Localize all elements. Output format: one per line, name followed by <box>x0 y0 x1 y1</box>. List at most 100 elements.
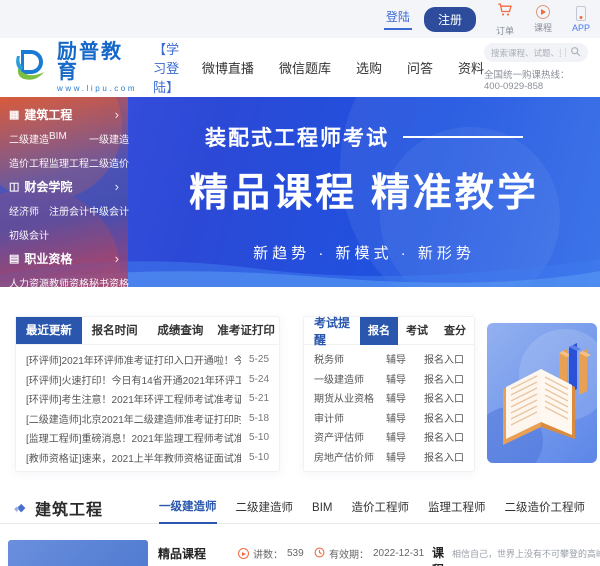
app-label: APP <box>572 23 590 33</box>
logo[interactable]: 励普教育 www.lipu.com <box>15 42 137 93</box>
books-illustration-image <box>487 323 597 463</box>
exam-name[interactable]: 审计师 <box>314 410 386 425</box>
news-date: 5-10 <box>249 432 269 443</box>
exam-coach-link[interactable]: 辅导 <box>386 410 418 425</box>
exam-coach-link[interactable]: 辅导 <box>386 371 418 386</box>
nav-item-qa[interactable]: 问答 <box>407 58 433 77</box>
exam-tab-exam[interactable]: 考试 <box>398 317 436 345</box>
exam-entry-link[interactable]: 报名入口 <box>418 351 464 366</box>
exam-coach-link[interactable]: 辅导 <box>386 449 418 464</box>
exam-entry-link[interactable]: 报名入口 <box>418 429 464 444</box>
news-item[interactable]: [二级建造师]北京2021年二级建造师准考证打印时间5月1 5-18 <box>26 409 269 429</box>
news-item[interactable]: [环评师]考生注意！2021年环评工程师考试准考证打 5-21 <box>26 389 269 409</box>
category-header-construction[interactable]: ▦ 建筑工程 › <box>9 106 119 123</box>
login-link[interactable]: 登陆 <box>384 8 412 30</box>
category-title: 职业资格 <box>24 250 72 267</box>
exam-reminder-header: 考试提醒 报名 考试 查分 <box>304 317 474 345</box>
logo-text: 励普教育 www.lipu.com <box>57 42 137 93</box>
tab-bim[interactable]: BIM <box>312 494 332 523</box>
register-button[interactable]: 注册 <box>424 7 476 32</box>
lectures-count: 539 <box>287 548 304 559</box>
finance-icon: ◫ <box>9 180 19 193</box>
news-tab-recent[interactable]: 最近更新 <box>16 317 82 344</box>
logo-mark-icon <box>15 48 51 87</box>
category-link[interactable]: 教师资格 <box>49 275 89 287</box>
exam-row: 房地产估价师 辅导 报名入口 <box>314 447 464 467</box>
exam-entry-link[interactable]: 报名入口 <box>418 390 464 405</box>
category-items: 人力资源 教师资格 秘书资格 心理咨询 社会工作 公共营养 <box>9 275 119 287</box>
category-link[interactable]: 注册会计 <box>49 203 89 218</box>
exam-coach-link[interactable]: 辅导 <box>386 429 418 444</box>
category-link[interactable]: 造价工程 <box>9 155 49 170</box>
exam-tab-register[interactable]: 报名 <box>360 317 398 345</box>
category-header-vocational[interactable]: ▤ 职业资格 › <box>9 250 119 267</box>
news-item[interactable]: [教师资格证]速来，2021上半年教师资格证面试准考证打 5-10 <box>26 448 269 468</box>
hotline: 全国统一购课热线：400-0929-858 <box>484 67 588 92</box>
category-link[interactable]: 秘书资格 <box>89 275 129 287</box>
category-link[interactable]: 中级会计 <box>89 203 129 218</box>
nav-item-materials[interactable]: 资料 <box>458 58 484 77</box>
orders-button[interactable]: 订单 <box>496 2 514 37</box>
category-link[interactable]: 初级会计 <box>9 227 49 242</box>
exam-name[interactable]: 资产评估师 <box>314 429 386 444</box>
course-detail: 课程详情 相信自己，世界上没有不可攀登的高峰！ <box>432 544 600 566</box>
books-illustration[interactable] <box>487 323 597 463</box>
tab-second-grade-builder[interactable]: 二级建造师 <box>236 494 294 523</box>
category-link[interactable]: 监理工程 <box>49 155 89 170</box>
exam-coach-link[interactable]: 辅导 <box>386 390 418 405</box>
category-header-finance[interactable]: ◫ 财会学院 › <box>9 178 119 195</box>
news-item[interactable]: [环评师]2021年环评师准考证打印入口开通啦！今日 5-25 <box>26 350 269 370</box>
exam-name[interactable]: 房地产估价师 <box>314 449 386 464</box>
search-input[interactable] <box>491 48 561 58</box>
app-button[interactable]: APP <box>572 6 590 33</box>
news-tab-score-query[interactable]: 成绩查询 <box>148 317 214 344</box>
nav-item-shop[interactable]: 选购 <box>356 58 382 77</box>
news-item[interactable]: [环评师]火速打印！今日有14省开通2021年环评工程 5-24 <box>26 370 269 390</box>
category-link[interactable]: 人力资源 <box>9 275 49 287</box>
hotline-number: 400-0929-858 <box>484 81 543 92</box>
banner-tagline: 新趋势 · 新模式 · 新形势 <box>253 242 475 263</box>
exam-coach-link[interactable]: 辅导 <box>386 351 418 366</box>
category-link[interactable]: 二级造价 <box>89 155 129 170</box>
news-list: [环评师]2021年环评师准考证打印入口开通啦！今日 5-25 [环评师]火速打… <box>16 345 279 467</box>
exam-entry-link[interactable]: 报名入口 <box>418 371 464 386</box>
nav-item-wechat-questions[interactable]: 微信题库 <box>279 58 331 77</box>
category-link[interactable]: 经济师 <box>9 203 49 218</box>
orders-label: 订单 <box>496 24 514 37</box>
exam-name[interactable]: 税务师 <box>314 351 386 366</box>
study-login-link[interactable]: 【学习登陆】 <box>153 39 180 96</box>
course-lectures: 讲数：539 <box>238 546 304 561</box>
course-detail-label[interactable]: 课程详情 <box>432 544 444 566</box>
courses-button[interactable]: 课程 <box>534 5 552 34</box>
exam-reminder-panel: 考试提醒 报名 考试 查分 税务师 辅导 报名入口 一级建造师 辅导 报名入口 … <box>303 316 475 472</box>
tab-first-grade-builder[interactable]: 一级建造师 <box>159 493 217 524</box>
cart-icon <box>497 2 513 22</box>
category-items: 二级建造 BIM 一级建造 造价工程 监理工程 二级造价 <box>9 131 119 170</box>
exam-entry-link[interactable]: 报名入口 <box>418 410 464 425</box>
news-tab-registration-time[interactable]: 报名时间 <box>82 317 148 344</box>
exam-name[interactable]: 一级建造师 <box>314 371 386 386</box>
search-box[interactable] <box>484 43 588 62</box>
course-name[interactable]: 精品课程 <box>158 545 206 562</box>
news-panel: 最近更新 报名时间 成绩查询 准考证打印 [环评师]2021年环评师准考证打印入… <box>15 316 280 472</box>
category-link[interactable]: 二级建造 <box>9 131 49 146</box>
news-tab-admission-print[interactable]: 准考证打印 <box>213 317 279 344</box>
exam-entry-link[interactable]: 报名入口 <box>418 449 464 464</box>
tab-second-grade-cost-engineer[interactable]: 二级造价工程师 <box>505 494 586 523</box>
nav-item-weibo-live[interactable]: 微博直播 <box>202 58 254 77</box>
search-icon[interactable] <box>570 44 581 62</box>
category-link[interactable]: BIM <box>49 131 89 146</box>
category-title: 建筑工程 <box>24 106 72 123</box>
course-thumbnail[interactable] <box>8 540 148 566</box>
phone-icon <box>576 6 586 21</box>
tab-supervision-engineer[interactable]: 监理工程师 <box>428 494 486 523</box>
banner-content[interactable]: 装配式工程师考试 精品课程 精准教学 新趋势 · 新模式 · 新形势 <box>128 97 600 287</box>
exam-tab-score[interactable]: 查分 <box>436 317 474 345</box>
exam-row: 资产评估师 辅导 报名入口 <box>314 427 464 447</box>
category-link[interactable]: 一级建造 <box>89 131 129 146</box>
tab-cost-engineer[interactable]: 造价工程师 <box>352 494 410 523</box>
exam-name[interactable]: 期货从业资格 <box>314 390 386 405</box>
banner-subtitle: 装配式工程师考试 <box>205 122 389 152</box>
news-date: 5-18 <box>249 413 269 424</box>
news-item[interactable]: [监理工程师]重磅消息！2021年监理工程师考试准考证打 5-10 <box>26 428 269 448</box>
